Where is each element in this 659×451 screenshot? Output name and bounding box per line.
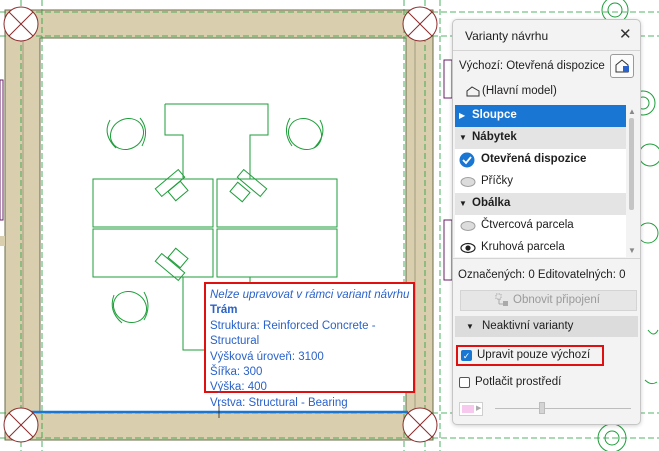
close-icon[interactable]: ✕ [619,25,632,43]
scroll-down-icon[interactable]: ▼ [628,246,636,255]
suppress-environment-checkbox[interactable]: Potlačit prostředí [458,376,598,394]
edit-default-only-checkbox[interactable]: ✓ Upravit pouze výchozí [456,345,604,366]
options-tree[interactable]: ▶ Sloupce ▼ Nábytek Otevřená dispozice P… [455,105,626,257]
expand-arrow-icon[interactable]: ▶ [459,111,465,120]
refresh-connection-button[interactable]: Obnovit připojení [460,290,637,311]
tree-item-otevrena-dispozice[interactable]: Otevřená dispozice [455,149,626,171]
scrollbar-thumb[interactable] [629,118,634,210]
tooltip-line: Výšková úroveň: 3100 [210,350,324,363]
main-model-item[interactable]: (Hlavní model) [466,85,557,97]
transparency-slider-track[interactable] [495,408,631,409]
tooltip-line: Struktura: Reinforced Concrete - Structu… [210,319,376,348]
main-model-icon [466,86,480,97]
tree-item-label: Otevřená dispozice [481,153,587,165]
suppress-environment-label: Potlačit prostředí [475,376,562,388]
collapse-arrow-icon[interactable]: ▼ [459,133,467,142]
tooltip-line: Šířka: 300 [210,366,263,379]
eye-visible-icon[interactable] [460,242,476,254]
tree-group-nabytek[interactable]: ▼ Nábytek [455,127,626,149]
tooltip-line: Výška: 400 [210,381,267,394]
main-model-label: (Hlavní model) [482,85,557,97]
collapse-arrow-icon[interactable]: ▼ [466,322,474,331]
column-top-left [3,6,39,42]
eye-hidden-icon[interactable] [460,220,476,232]
active-check-icon[interactable] [459,152,475,168]
inactive-options-label: Neaktivní varianty [482,320,574,332]
tooltip-message: Nelze upravovat v rámci variant návrhu [210,289,410,301]
tree-item-label: Kruhová parcela [481,241,565,253]
house-icon [615,59,629,73]
tree-group-label: Nábytek [472,131,517,143]
set-default-button[interactable] [610,54,634,78]
tree-item-kruhova-parcela[interactable]: Kruhová parcela [455,237,626,259]
tree-scrollbar[interactable]: ▲ ▼ [626,105,638,257]
dropdown-arrow-icon: ▶ [476,405,482,412]
tree-item-label: Čtvercová parcela [481,219,574,231]
checkbox-unchecked-icon[interactable] [459,377,470,388]
checkbox-checked-icon[interactable]: ✓ [461,350,472,361]
tree-item-label: Příčky [481,175,513,187]
edit-default-only-label: Upravit pouze výchozí [477,349,591,361]
tree-group-sloupce[interactable]: ▶ Sloupce [455,105,626,127]
tree-item-ctvercova-parcela[interactable]: Čtvercová parcela [455,215,626,237]
refresh-connection-label: Obnovit připojení [513,294,600,306]
tooltip-element-type: Trám [210,304,238,317]
column-bottom-right [402,407,438,443]
tree-group-label: Obálka [472,197,511,209]
divider [453,258,640,259]
door-marks [443,59,453,281]
color-swatch [462,405,474,413]
default-option-label: Výchozí: Otevřená dispozice [459,60,605,72]
eye-hidden-icon[interactable] [460,176,476,188]
selection-counts: Označených: 0 Editovatelných: 0 [458,269,626,281]
beam-tooltip: Nelze upravovat v rámci variant návrhu T… [204,282,415,409]
tree-group-obalka[interactable]: ▼ Obálka [455,193,626,215]
refresh-link-icon [495,293,508,306]
column-bottom-left [3,407,39,443]
column-top-right [402,6,438,42]
collapse-arrow-icon[interactable]: ▼ [459,199,467,208]
inactive-options-header[interactable]: ▼ Neaktivní varianty [455,316,638,337]
scroll-up-icon[interactable]: ▲ [628,107,636,116]
tree-item-pricky[interactable]: Příčky [455,171,626,193]
tooltip-line: Vrstva: Structural - Bearing [210,396,348,409]
left-edge-elements [0,79,4,221]
design-options-panel: Varianty návrhu ✕ Výchozí: Otevřená disp… [452,19,641,425]
divider [453,50,640,51]
color-picker[interactable]: ▶ [459,402,483,416]
tree-group-label: Sloupce [472,109,517,121]
transparency-slider-thumb[interactable] [539,402,545,414]
panel-title: Varianty návrhu [465,29,549,43]
